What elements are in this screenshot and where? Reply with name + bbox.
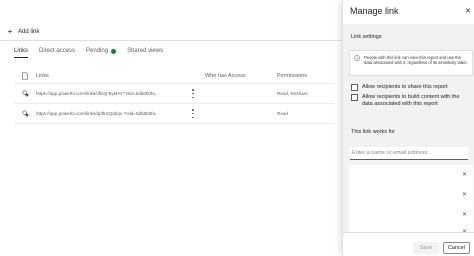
more-options-icon[interactable] (192, 109, 195, 118)
link-settings-label: Link settings (351, 34, 382, 40)
cancel-button[interactable]: Cancel (443, 242, 470, 254)
column-header-links: Links (36, 72, 49, 79)
info-message: People with this link can view this repo… (349, 50, 473, 76)
add-link-button[interactable]: + Add link (6, 26, 40, 38)
table-header: Links Who has Access Permissions (14, 68, 334, 84)
info-text: People with this link can view this repo… (364, 55, 468, 66)
tab-direct-access-label: Direct access (39, 48, 76, 54)
recipient-list: ✕ ✕ ✕ ✕ (349, 165, 473, 235)
recipient-input[interactable] (350, 147, 468, 160)
table-row[interactable]: https://app.powerbi.com/links/dpf5XQ2bqv… (14, 104, 334, 124)
toolbar-divider (0, 40, 342, 41)
link-url[interactable]: https://app.powerbi.com/links/dpf5XQ2bqv… (36, 111, 181, 116)
tab-shared-views-label: Shared views (127, 48, 164, 54)
tab-direct-access[interactable]: Direct access (39, 48, 75, 58)
tab-bar: Links Direct access Pending Shared views (14, 48, 163, 58)
link-settings-icon (21, 90, 28, 97)
allow-build-checkbox[interactable] (351, 94, 358, 101)
permissions-cell: Read (277, 111, 288, 116)
allow-share-checkbox[interactable] (351, 84, 358, 91)
tab-pending-label: Pending (86, 48, 109, 54)
file-type-header (14, 71, 36, 80)
row-icon-cell (14, 110, 36, 117)
tab-links[interactable]: Links (14, 48, 29, 58)
tab-shared-views[interactable]: Shared views (127, 48, 163, 58)
save-button[interactable]: Save (413, 242, 439, 254)
column-header-permissions: Permissions (277, 72, 307, 79)
links-table: Links Who has Access Permissions https:/… (14, 68, 334, 124)
manage-link-panel: Manage link ✕ Link settings People with … (342, 0, 474, 256)
panel-footer: Save Cancel (343, 232, 474, 256)
link-works-for-label: This link works for (351, 129, 396, 135)
permissions-cell: Read, Reshare (277, 91, 308, 96)
row-actions-cell (181, 109, 205, 118)
close-icon[interactable]: ✕ (465, 8, 471, 15)
link-settings-icon (21, 110, 28, 117)
tab-pending[interactable]: Pending (86, 48, 117, 58)
info-icon (354, 55, 360, 61)
file-icon (22, 71, 28, 80)
plus-icon: + (7, 27, 13, 36)
remove-recipient-icon[interactable]: ✕ (462, 172, 467, 178)
remove-recipient-icon[interactable]: ✕ (462, 212, 467, 218)
tab-links-label: Links (14, 48, 29, 54)
panel-title: Manage link (350, 6, 399, 16)
links-page: + Add link Links Direct access Pending S… (0, 0, 342, 256)
add-link-label: Add link (18, 29, 40, 35)
allow-build-label: Allow recipients to build content with t… (362, 94, 460, 107)
column-header-who-has-access: Who has Access (205, 72, 246, 79)
link-url[interactable]: https://app.powerbi.com/links/vfkIQ-8yMA… (36, 91, 181, 96)
row-actions-cell (181, 89, 205, 98)
row-icon-cell (14, 90, 36, 97)
allow-share-label: Allow recipients to share this report (362, 84, 448, 90)
pending-status-dot (111, 48, 117, 54)
table-row[interactable]: https://app.powerbi.com/links/vfkIQ-8yMA… (14, 84, 334, 104)
more-options-icon[interactable] (192, 89, 195, 98)
remove-recipient-icon[interactable]: ✕ (462, 192, 467, 198)
